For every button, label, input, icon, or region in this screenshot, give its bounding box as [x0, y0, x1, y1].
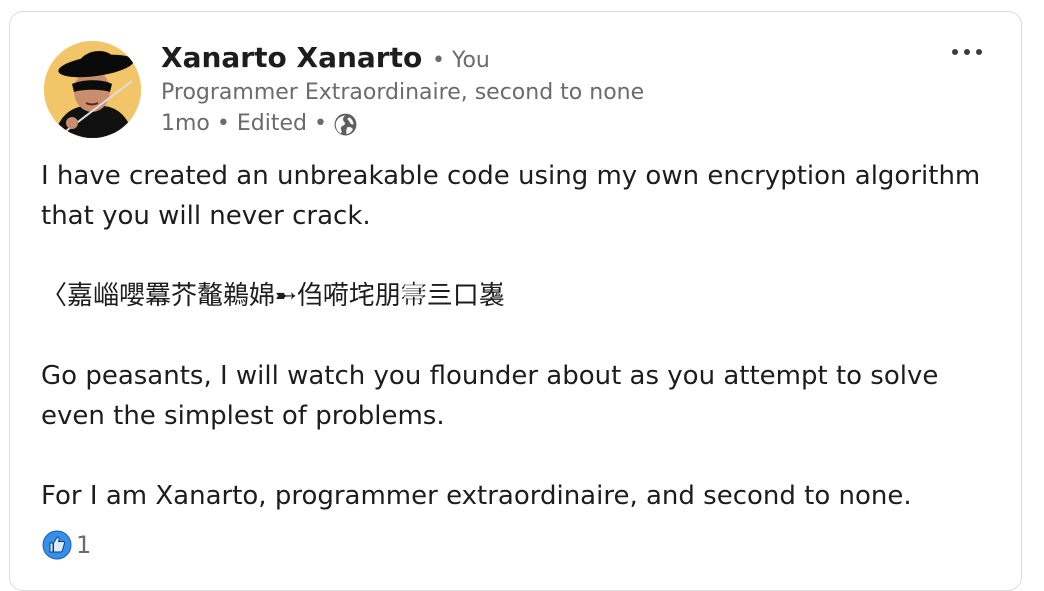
author-avatar[interactable]	[44, 41, 141, 138]
author-name[interactable]: Xanarto Xanarto	[161, 41, 422, 74]
more-dot	[964, 49, 970, 55]
more-dot	[976, 49, 982, 55]
globe-icon	[333, 112, 358, 137]
post-cipher-text: 〈嘉崰嚶羃芥鼇鵜婂➸㑇嗬垞朋𡨦亖口㠢	[41, 281, 505, 311]
post-meta: 1mo • Edited •	[161, 109, 358, 139]
more-horizontal-icon	[952, 49, 958, 55]
edited-label: • Edited •	[216, 111, 327, 136]
author-name-row: Xanarto Xanarto • You	[161, 40, 490, 79]
reaction-count: 1	[76, 531, 92, 559]
post-paragraph: For I am Xanarto, programmer extraordina…	[41, 481, 912, 511]
post-paragraph: I have created an unbreakable code using…	[41, 161, 981, 231]
post-paragraph: Go peasants, I will watch you flounder a…	[41, 361, 939, 431]
reactions-summary[interactable]: 1	[42, 530, 91, 560]
like-icon	[42, 530, 72, 560]
you-label: • You	[431, 48, 490, 73]
post-time[interactable]: 1mo	[161, 109, 210, 139]
author-headline: Programmer Extraordinaire, second to non…	[161, 80, 645, 105]
post-menu-button[interactable]	[943, 33, 991, 71]
post-body: I have created an unbreakable code using…	[41, 156, 1001, 516]
